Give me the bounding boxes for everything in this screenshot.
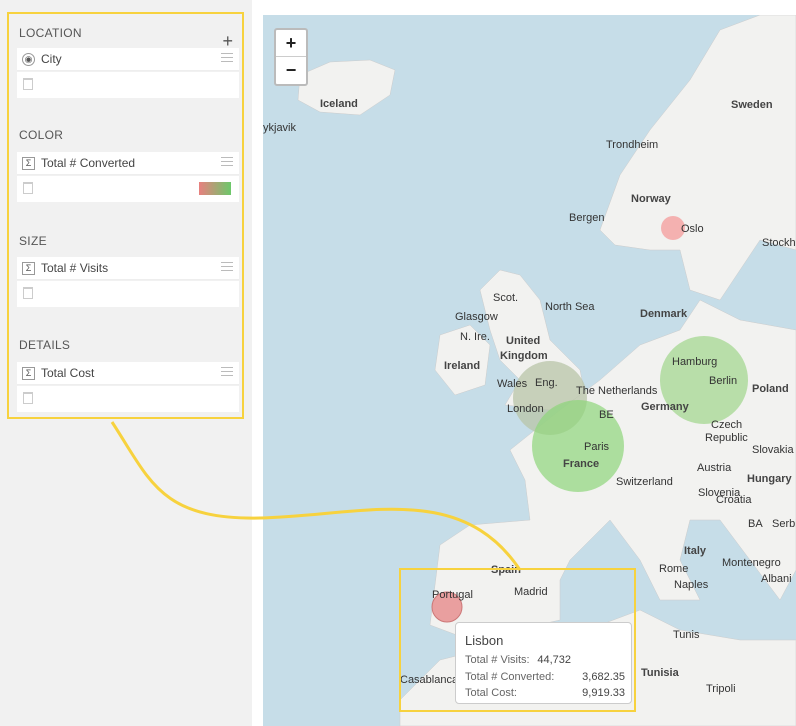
zoom-out-button[interactable]: − — [276, 57, 306, 83]
tooltip-highlight — [399, 568, 636, 712]
zoom-control: + − — [274, 28, 308, 86]
zoom-in-button[interactable]: + — [276, 30, 306, 57]
connector-curve — [110, 421, 522, 571]
